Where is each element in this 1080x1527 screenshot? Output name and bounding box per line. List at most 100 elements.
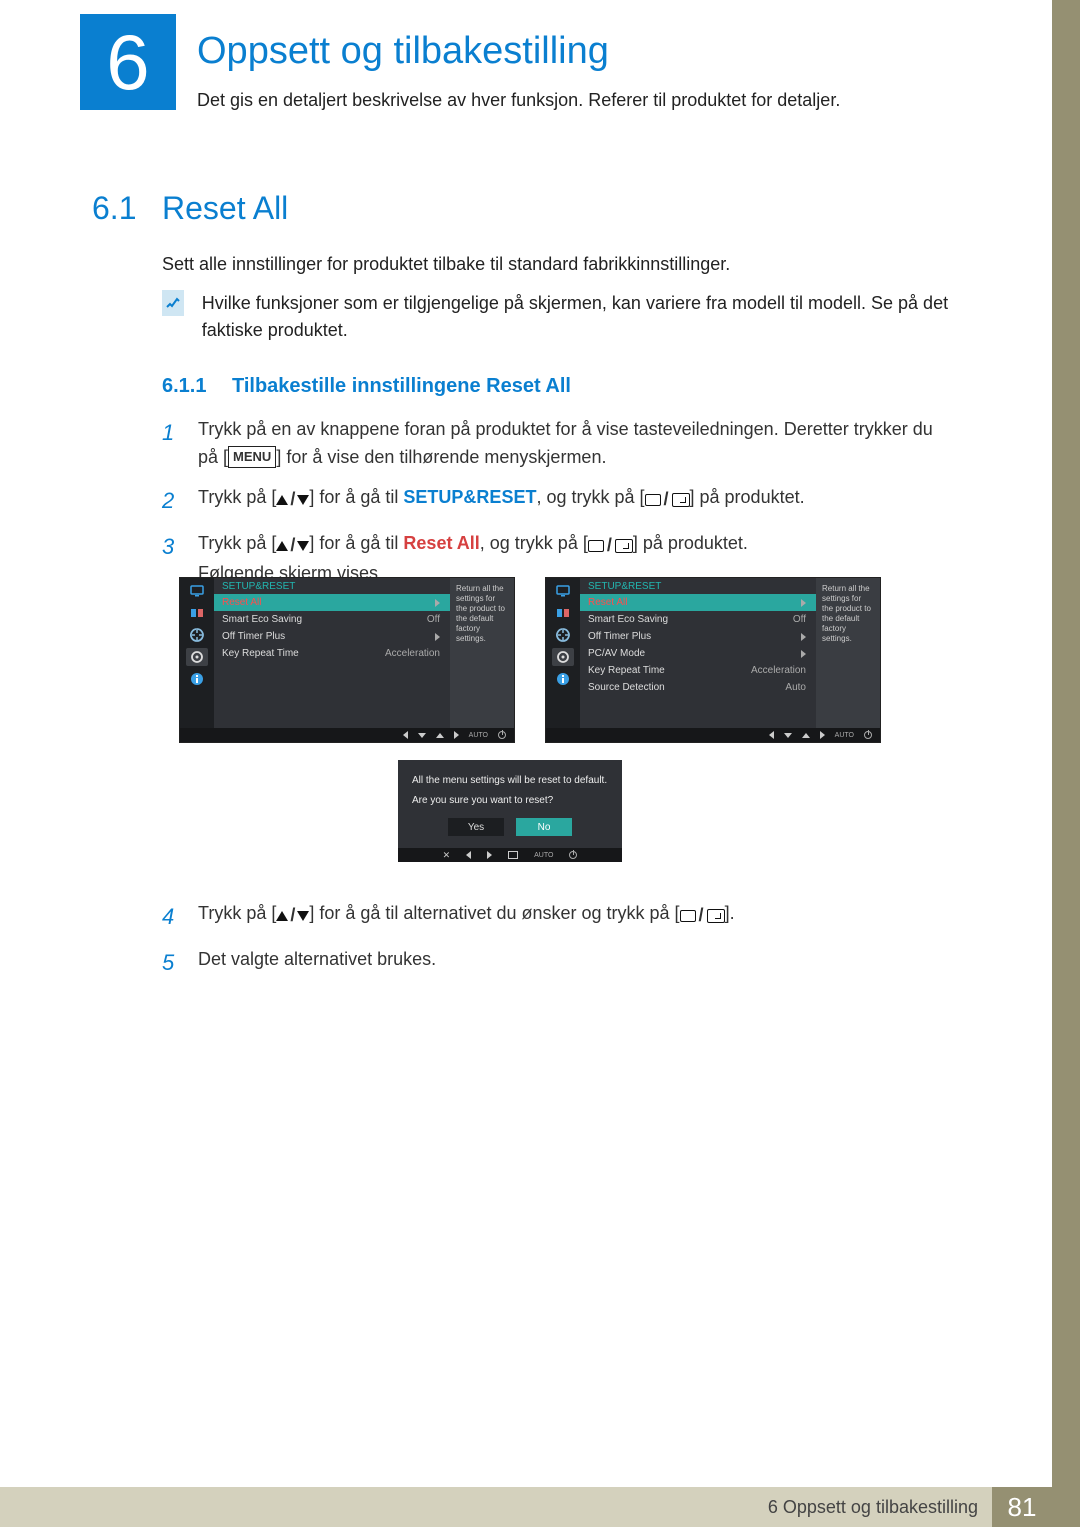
up-arrow-icon bbox=[802, 733, 810, 738]
osd-icon-column bbox=[546, 578, 580, 728]
step-2-text-d: ] på produktet. bbox=[690, 487, 805, 507]
auto-label: AUTO bbox=[469, 732, 488, 739]
osd-header: SETUP&RESET bbox=[580, 578, 816, 594]
step-2-text-b: ] for å gå til bbox=[309, 487, 403, 507]
up-down-icon: / bbox=[276, 902, 309, 930]
osd-description: Return all the settings for the product … bbox=[450, 578, 514, 728]
step-5: 5 Det valgte alternativet brukes. bbox=[162, 946, 952, 980]
brightness-icon bbox=[186, 582, 208, 600]
osd-item-label: Key Repeat Time bbox=[222, 648, 299, 659]
osd-icon-column bbox=[180, 578, 214, 728]
osd-menu-item[interactable]: Key Repeat Time Acceleration bbox=[580, 662, 816, 679]
osd-menu-item[interactable]: Smart Eco SavingOff bbox=[214, 611, 450, 628]
chevron-right-icon bbox=[435, 599, 440, 607]
setup-icon bbox=[552, 648, 574, 666]
osd-item-label: Key Repeat Time bbox=[588, 665, 665, 676]
note-text: Hvilke funksjoner som er tilgjengelige p… bbox=[202, 290, 952, 344]
step-4-text-c: ]. bbox=[725, 903, 735, 923]
step-1-text-b: ] for å vise den tilhørende menyskjermen… bbox=[276, 447, 606, 467]
osd-description: Return all the settings for the product … bbox=[816, 578, 880, 728]
step-5-text: Det valgte alternativet brukes. bbox=[198, 946, 436, 980]
info-icon bbox=[552, 670, 574, 688]
right-arrow-icon bbox=[487, 851, 492, 859]
chevron-right-icon bbox=[801, 633, 806, 641]
step-number: 1 bbox=[162, 416, 180, 472]
chapter-intro: Det gis en detaljert beskrivelse av hver… bbox=[197, 90, 840, 111]
steps-list-2: 4 Trykk på [/] for å gå til alternativet… bbox=[162, 900, 952, 992]
osd-item-value: Auto bbox=[785, 682, 806, 693]
page-side-bar bbox=[1052, 0, 1080, 1527]
confirm-dialog: All the menu settings will be reset to d… bbox=[398, 760, 622, 862]
picture-icon bbox=[552, 604, 574, 622]
step-3-text-d: ] på produktet. bbox=[633, 533, 748, 553]
step-3-text-a: Trykk på [ bbox=[198, 533, 276, 553]
enter-icon bbox=[508, 851, 518, 859]
reset-all-label: Reset All bbox=[403, 533, 479, 553]
no-button[interactable]: No bbox=[516, 818, 572, 836]
osd-menu-item[interactable]: Reset All bbox=[214, 594, 450, 611]
down-arrow-icon bbox=[418, 733, 426, 738]
subsection-title: Tilbakestille innstillingene Reset All bbox=[232, 375, 571, 398]
note-icon bbox=[162, 290, 184, 316]
info-icon bbox=[186, 670, 208, 688]
step-3-text-b: ] for å gå til bbox=[309, 533, 403, 553]
confirm-text-1: All the menu settings will be reset to d… bbox=[412, 774, 608, 788]
step-2-text-a: Trykk på [ bbox=[198, 487, 276, 507]
setup-icon bbox=[186, 648, 208, 666]
section-body: Sett alle innstillinger for produktet ti… bbox=[162, 254, 730, 275]
osd-menu-item[interactable]: Reset All bbox=[580, 594, 816, 611]
osd-item-value: Acceleration bbox=[385, 648, 440, 659]
osd-item-value: Off bbox=[427, 614, 440, 625]
osd-menu-item[interactable]: PC/AV Mode bbox=[580, 645, 816, 662]
osd-item-label: Reset All bbox=[588, 597, 627, 608]
step-4-text-a: Trykk på [ bbox=[198, 903, 276, 923]
osd-footer: AUTO bbox=[546, 728, 880, 742]
up-down-icon: / bbox=[276, 486, 309, 514]
osd-menu-item[interactable]: Off Timer Plus bbox=[580, 628, 816, 645]
osd-menu-item[interactable]: Smart Eco SavingOff bbox=[580, 611, 816, 628]
osd-menu-right: SETUP&RESET Reset AllSmart Eco SavingOff… bbox=[546, 578, 880, 742]
osd-header: SETUP&RESET bbox=[214, 578, 450, 594]
step-1: 1 Trykk på en av knappene foran på produ… bbox=[162, 416, 952, 472]
osd-menu-item[interactable]: Source Detection Auto bbox=[580, 679, 816, 696]
up-arrow-icon bbox=[436, 733, 444, 738]
left-arrow-icon bbox=[466, 851, 471, 859]
osd-item-label: PC/AV Mode bbox=[588, 648, 645, 659]
down-arrow-icon bbox=[784, 733, 792, 738]
page-footer: 6 Oppsett og tilbakestilling 81 bbox=[0, 1487, 1080, 1527]
osd-center: SETUP&RESET Reset AllSmart Eco SavingOff… bbox=[214, 578, 450, 728]
square-enter-icon: / bbox=[588, 532, 633, 560]
square-enter-icon: / bbox=[645, 486, 690, 514]
menu-tag: MENU bbox=[228, 446, 276, 468]
step-number: 3 bbox=[162, 530, 180, 588]
footer-side bbox=[1052, 1487, 1080, 1527]
step-number: 2 bbox=[162, 484, 180, 518]
power-icon bbox=[569, 851, 577, 859]
close-icon: ✕ bbox=[443, 850, 451, 861]
subsection-number: 6.1.1 bbox=[162, 375, 206, 398]
step-4-text-b: ] for å gå til alternativet du ønsker og… bbox=[309, 903, 679, 923]
square-enter-icon: / bbox=[680, 902, 725, 930]
steps-list: 1 Trykk på en av knappene foran på produ… bbox=[162, 416, 952, 600]
display-icon bbox=[186, 626, 208, 644]
osd-item-label: Source Detection bbox=[588, 682, 665, 693]
right-arrow-icon bbox=[820, 731, 825, 739]
chapter-number: 6 bbox=[106, 23, 149, 101]
chevron-right-icon bbox=[435, 633, 440, 641]
auto-label: AUTO bbox=[534, 852, 553, 859]
section-number: 6.1 bbox=[92, 190, 136, 227]
chevron-right-icon bbox=[801, 599, 806, 607]
footer-text: 6 Oppsett og tilbakestilling bbox=[0, 1487, 992, 1527]
step-2-text-c: , og trykk på [ bbox=[536, 487, 644, 507]
osd-menu-item[interactable]: Key Repeat Time Acceleration bbox=[214, 645, 450, 662]
osd-item-value: Acceleration bbox=[751, 665, 806, 676]
brightness-icon bbox=[552, 582, 574, 600]
page-number: 81 bbox=[992, 1487, 1052, 1527]
step-number: 5 bbox=[162, 946, 180, 980]
osd-menu-left: SETUP&RESET Reset AllSmart Eco SavingOff… bbox=[180, 578, 514, 742]
chevron-right-icon bbox=[801, 650, 806, 658]
osd-menu-item[interactable]: Off Timer Plus bbox=[214, 628, 450, 645]
osd-item-label: Smart Eco Saving bbox=[588, 614, 668, 625]
osd-item-label: Off Timer Plus bbox=[588, 631, 651, 642]
yes-button[interactable]: Yes bbox=[448, 818, 504, 836]
